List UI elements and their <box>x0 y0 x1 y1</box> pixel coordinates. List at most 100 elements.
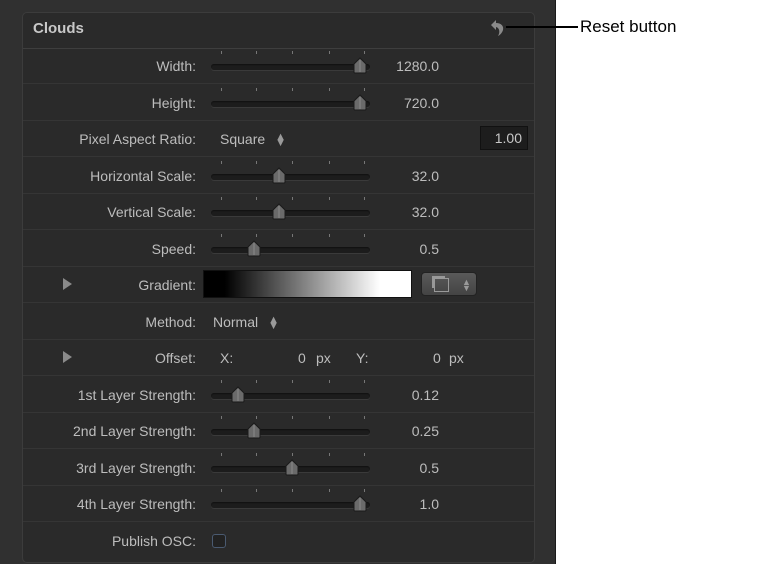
speed-slider[interactable] <box>211 246 370 253</box>
inspector-pane: Clouds Width: 1280.0 Height: 720.0 Pixel Asp… <box>0 0 556 564</box>
row-2nd-layer-strength: 2nd Layer Strength: 0.25 <box>23 413 534 449</box>
callout-label: Reset button <box>580 17 677 36</box>
slider-tick <box>328 51 330 54</box>
vertical-scale-value[interactable]: 32.0 <box>412 204 439 220</box>
slider-tick <box>328 160 330 164</box>
row-publish-osc: Publish OSC: <box>23 523 534 559</box>
slider-tick <box>220 160 222 164</box>
vertical-scale-slider[interactable] <box>211 210 370 216</box>
row-horizontal-scale: Horizontal Scale: 32.0 <box>23 158 534 194</box>
1st-layer-strength-value[interactable]: 0.12 <box>412 387 439 403</box>
slider-tick <box>292 489 294 492</box>
slider-tick <box>328 197 330 200</box>
pixel-aspect-ratio-popup[interactable]: Square ▲ ▼ <box>220 131 287 150</box>
vertical-scale-label: Vertical Scale: <box>107 204 196 220</box>
slider-tick <box>255 51 257 54</box>
method-popup[interactable]: Normal ▲ ▼ <box>213 313 280 332</box>
gradient-preview[interactable] <box>203 270 412 298</box>
1st-layer-strength-slider-thumb[interactable] <box>231 385 245 403</box>
publish-osc-checkbox[interactable] <box>212 533 226 548</box>
width-slider-thumb[interactable] <box>353 57 367 74</box>
horizontal-scale-slider[interactable] <box>211 173 370 180</box>
3rd-layer-strength-label: 3rd Layer Strength: <box>76 459 196 476</box>
row-1st-layer-strength: 1st Layer Strength: 0.12 <box>23 377 534 413</box>
slider-tick <box>220 87 222 91</box>
horizontal-scale-slider-thumb[interactable] <box>272 166 286 184</box>
slider-tick <box>328 233 330 237</box>
4th-layer-strength-slider[interactable] <box>211 502 370 508</box>
slider-tick <box>255 87 257 91</box>
panel-header: Clouds <box>23 13 534 49</box>
speed-slider-thumb[interactable] <box>247 239 261 257</box>
height-slider-thumb[interactable] <box>353 93 367 111</box>
slider-tick <box>363 51 365 54</box>
offset-x-value[interactable]: 0 <box>298 350 306 366</box>
speed-label: Speed: <box>151 240 196 257</box>
horizontal-scale-value[interactable]: 32.0 <box>412 168 439 184</box>
height-label: Height: <box>151 94 196 111</box>
speed-value[interactable]: 0.5 <box>420 241 439 257</box>
callout-line <box>506 26 578 28</box>
slider-tick <box>292 452 294 456</box>
height-value[interactable]: 720.0 <box>404 95 439 111</box>
slider-tick <box>255 197 257 200</box>
row-gradient: Gradient: ▲ ▼ <box>23 267 534 303</box>
row-4th-layer-strength: 4th Layer Strength: 1.0 <box>23 486 534 522</box>
offset-x-label: X: <box>220 350 234 366</box>
disclosure-triangle-icon[interactable] <box>63 351 72 363</box>
row-pixel-aspect-ratio: Pixel Aspect Ratio: Square ▲ ▼ 1.00 <box>23 121 534 157</box>
slider-tick <box>292 416 294 419</box>
vertical-scale-slider-thumb[interactable] <box>272 203 286 220</box>
publish-osc-label: Publish OSC: <box>111 532 196 549</box>
up-down-arrows-icon: ▲ ▼ <box>268 313 280 332</box>
slider-tick <box>292 379 294 383</box>
row-vertical-scale: Vertical Scale: 32.0 <box>23 194 534 230</box>
4th-layer-strength-label: 4th Layer Strength: <box>76 496 196 512</box>
slider-tick <box>292 51 294 54</box>
gradient-preset-icon <box>434 278 449 292</box>
4th-layer-strength-slider-thumb[interactable] <box>353 495 367 512</box>
slider-tick <box>220 489 222 492</box>
method-popup-value: Normal <box>213 313 259 330</box>
slider-tick <box>363 379 365 383</box>
slider-tick <box>363 160 365 164</box>
height-slider[interactable] <box>211 100 370 107</box>
row-height: Height: 720.0 <box>23 85 534 121</box>
slider-tick <box>220 452 222 456</box>
reset-button[interactable] <box>489 19 507 39</box>
width-label: Width: <box>156 58 196 74</box>
gradient-preset-popup[interactable]: ▲ ▼ <box>421 272 477 296</box>
slider-tick <box>363 416 365 419</box>
offset-label: Offset: <box>155 350 196 366</box>
slider-tick <box>220 233 222 237</box>
3rd-layer-strength-slider-thumb[interactable] <box>285 458 299 476</box>
gradient-label: Gradient: <box>138 277 196 293</box>
slider-tick <box>255 489 257 492</box>
row-width: Width: 1280.0 <box>23 48 534 84</box>
up-down-arrows-icon: ▲ ▼ <box>275 131 287 150</box>
slider-tick <box>220 197 222 200</box>
4th-layer-strength-value[interactable]: 1.0 <box>420 496 439 512</box>
slider-tick <box>220 379 222 383</box>
2nd-layer-strength-label: 2nd Layer Strength: <box>73 423 196 439</box>
slider-tick <box>220 51 222 54</box>
width-slider[interactable] <box>211 64 370 70</box>
width-value[interactable]: 1280.0 <box>396 58 439 74</box>
pixel-aspect-ratio-popup-value: Square <box>220 131 266 147</box>
disclosure-triangle-icon[interactable] <box>63 278 72 290</box>
3rd-layer-strength-value[interactable]: 0.5 <box>420 460 439 476</box>
up-down-arrows-icon: ▲ ▼ <box>462 277 471 293</box>
pixel-aspect-ratio-field[interactable]: 1.00 <box>480 126 528 150</box>
slider-tick <box>328 416 330 419</box>
slider-tick <box>363 452 365 456</box>
offset-y-value[interactable]: 0 <box>433 350 441 366</box>
slider-tick <box>328 452 330 456</box>
row-3rd-layer-strength: 3rd Layer Strength: 0.5 <box>23 450 534 486</box>
slider-tick <box>363 233 365 237</box>
2nd-layer-strength-slider[interactable] <box>211 429 370 435</box>
slider-tick <box>292 197 294 200</box>
2nd-layer-strength-slider-thumb[interactable] <box>247 422 261 439</box>
2nd-layer-strength-value[interactable]: 0.25 <box>412 423 439 439</box>
slider-tick <box>255 160 257 164</box>
slider-tick <box>255 233 257 237</box>
